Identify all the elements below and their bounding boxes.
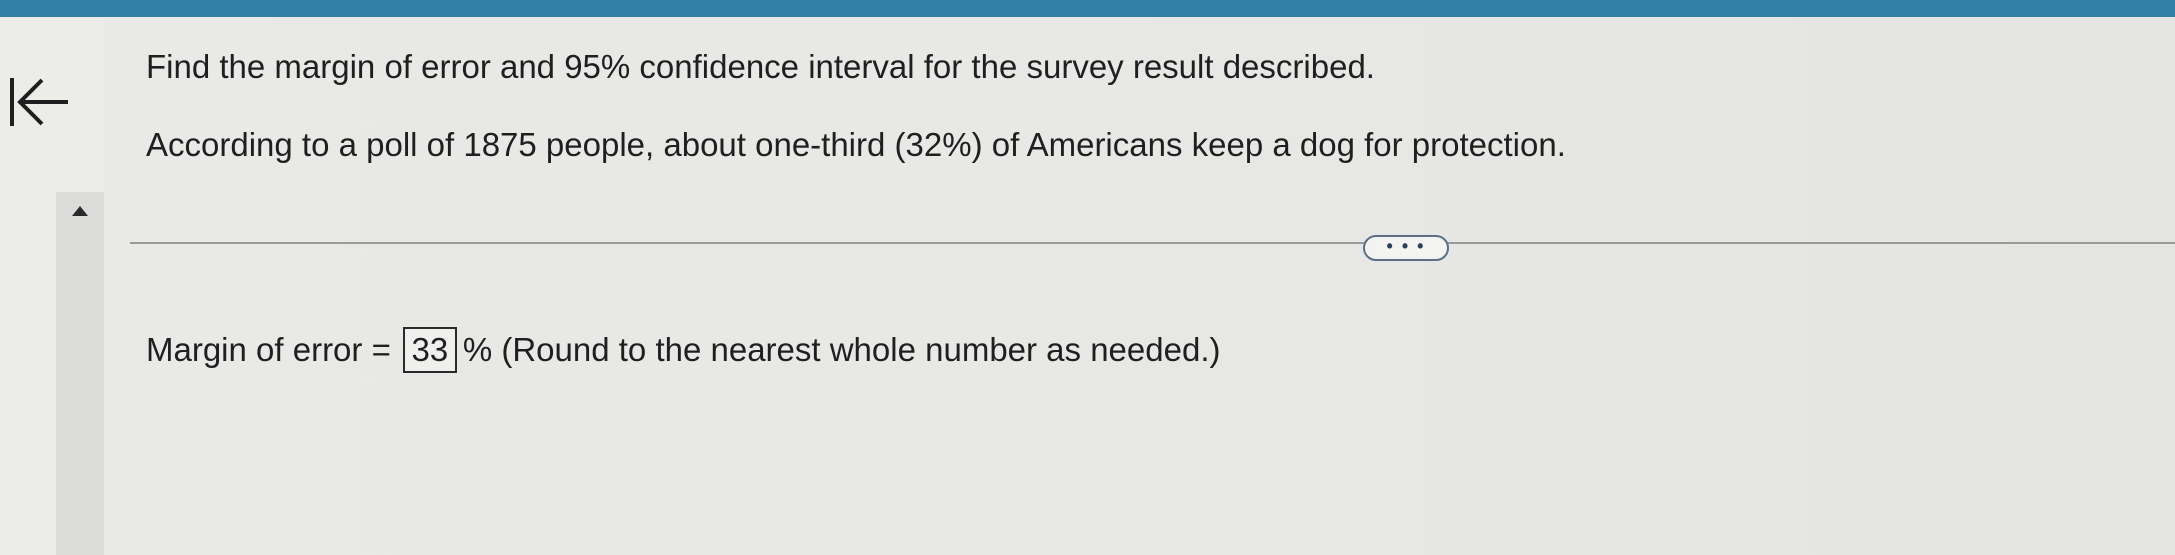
question-panel [104, 17, 2175, 555]
more-options-button[interactable]: • • • [1363, 235, 1449, 261]
answer-row: Margin of error = 33 % (Round to the nea… [146, 327, 1220, 373]
top-bar [0, 0, 2175, 17]
divider [130, 242, 2175, 244]
scrollbar-track[interactable] [56, 192, 104, 555]
margin-of-error-input[interactable]: 33 [402, 327, 457, 373]
answer-hint: % (Round to the nearest whole number as … [462, 331, 1221, 368]
margin-of-error-label: Margin of error = [146, 331, 391, 368]
triangle-up-icon[interactable] [70, 204, 90, 218]
question-scenario: According to a poll of 1875 people, abou… [146, 126, 1566, 163]
back-to-start-icon[interactable] [6, 72, 72, 132]
question-prompt: Find the margin of error and 95% confide… [146, 48, 1375, 85]
